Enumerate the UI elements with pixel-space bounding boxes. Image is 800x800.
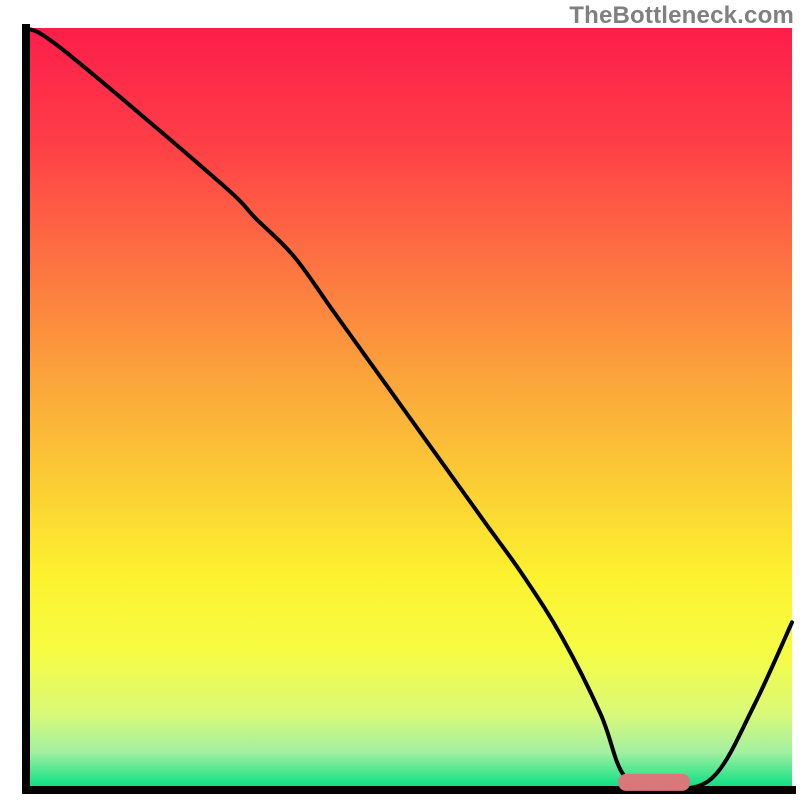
optimal-marker — [618, 774, 690, 791]
chart-canvas — [0, 0, 800, 800]
bottleneck-chart: TheBottleneck.com — [0, 0, 800, 800]
plot-background — [26, 28, 792, 790]
watermark-text: TheBottleneck.com — [569, 2, 794, 30]
